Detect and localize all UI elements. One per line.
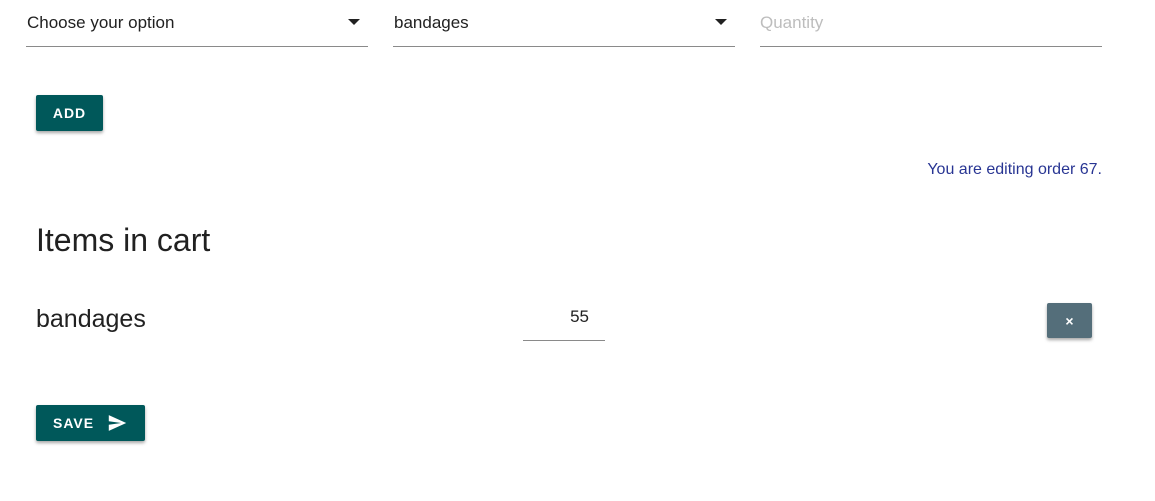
add-button[interactable]: ADD [36,95,103,131]
option-select-value: Choose your option [27,13,175,32]
cart-item-quantity-value: 55 [570,307,589,326]
cart-item-quantity-input[interactable]: 55 [523,300,605,341]
quantity-input[interactable]: Quantity [760,0,1102,47]
product-select[interactable]: bandages [393,0,735,47]
product-select-value: bandages [394,13,469,32]
chevron-down-icon [348,19,360,25]
quantity-placeholder: Quantity [760,13,824,32]
save-button[interactable]: SAVE [36,405,145,441]
order-editor: Choose your option bandages Quantity ADD… [0,0,1155,501]
remove-item-button[interactable]: × [1047,303,1092,338]
cart-title: Items in cart [36,222,211,258]
chevron-down-icon [715,19,727,25]
option-select[interactable]: Choose your option [26,0,368,47]
send-icon [108,415,127,431]
cart-item-name: bandages [36,305,146,333]
save-button-label: SAVE [53,415,95,431]
editing-order-note: You are editing order 67. [927,161,1102,178]
